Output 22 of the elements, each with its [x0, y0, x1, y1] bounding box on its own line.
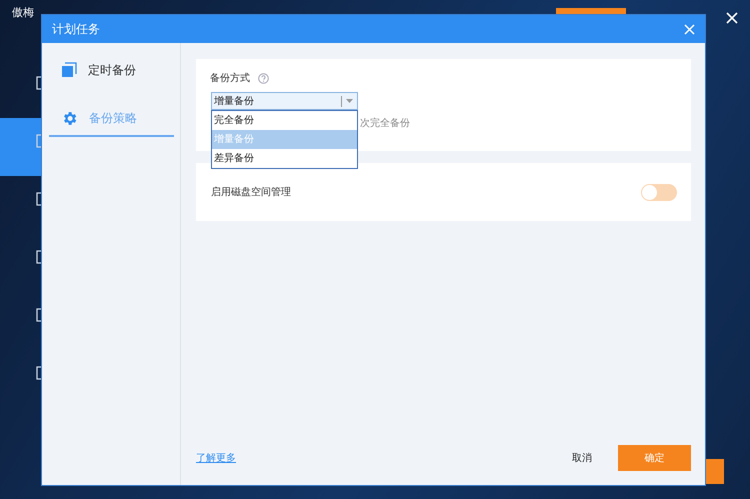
- backup-method-dropdown[interactable]: 增量备份: [211, 92, 358, 110]
- bracket-icon: [36, 192, 42, 206]
- dropdown-option[interactable]: 差异备份: [212, 149, 357, 168]
- squares-icon: [61, 62, 77, 78]
- cancel-button[interactable]: 取消: [566, 447, 598, 469]
- caret-icon: [346, 99, 353, 103]
- app-title: 傲梅: [12, 4, 34, 20]
- field-label: 备份方式: [210, 72, 250, 85]
- sidebar-item[interactable]: 定时备份: [49, 57, 174, 85]
- gear-icon: [61, 110, 78, 126]
- toggle-switch[interactable]: [641, 184, 677, 200]
- close-icon[interactable]: [726, 12, 738, 24]
- dropdown-option[interactable]: 完全备份: [212, 111, 357, 130]
- bracket-icon: [36, 76, 42, 90]
- bracket-icon: [36, 134, 42, 148]
- bracket-icon: [36, 250, 42, 264]
- bracket-icon: [36, 366, 42, 380]
- dialog-title: 计划任务: [52, 20, 101, 38]
- help-icon[interactable]: [258, 72, 269, 84]
- hint-text: 次完全备份: [360, 116, 411, 130]
- bracket-icon: [36, 308, 42, 322]
- setting-label: 启用磁盘空间管理: [211, 186, 291, 199]
